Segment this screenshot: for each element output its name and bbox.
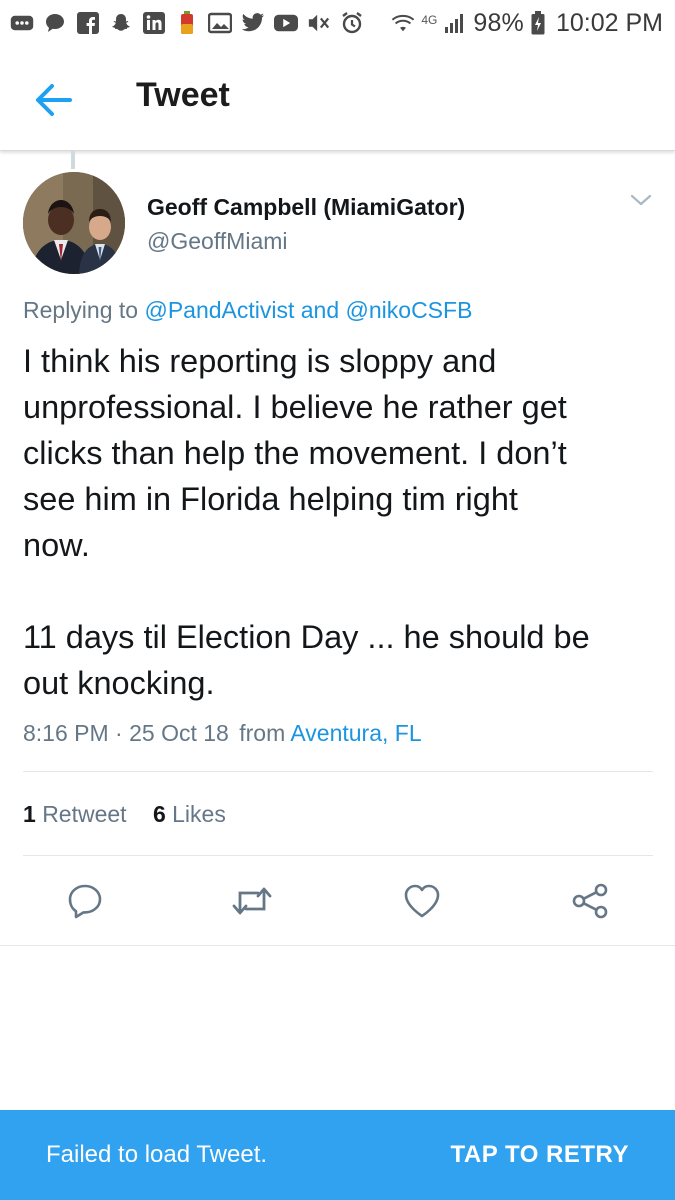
error-snackbar: Failed to load Tweet. TAP TO RETRY	[0, 1110, 675, 1200]
page-title: Tweet	[136, 76, 230, 114]
battery-percent: 98%	[473, 8, 524, 37]
back-button[interactable]	[30, 78, 78, 122]
like-label: Likes	[172, 801, 226, 827]
chevron-down-icon	[630, 194, 652, 206]
snapchat-icon	[109, 11, 133, 35]
reply-button[interactable]	[62, 878, 108, 924]
app-bar: Tweet	[0, 46, 675, 151]
signal-icon	[443, 11, 467, 35]
share-button[interactable]	[567, 878, 613, 924]
divider	[0, 945, 675, 946]
from-label: from	[239, 720, 286, 746]
retweet-count: 1	[23, 801, 36, 827]
more-icon	[10, 11, 34, 35]
linkedin-icon	[142, 11, 166, 35]
retry-button[interactable]: TAP TO RETRY	[451, 1141, 629, 1169]
wifi-icon	[391, 11, 415, 35]
tweet-actions	[0, 878, 675, 924]
mention-link[interactable]: @nikoCSFB	[346, 297, 473, 323]
replying-prefix: Replying to	[23, 297, 145, 323]
thread-connector	[71, 151, 75, 169]
battery-app-icon	[175, 11, 199, 35]
youtube-icon	[274, 11, 298, 35]
tweet-options-button[interactable]	[626, 188, 656, 212]
network-type-label: 4G	[421, 12, 438, 27]
facebook-icon	[76, 11, 100, 35]
twitter-icon	[241, 11, 265, 35]
like-count: 6	[152, 801, 166, 827]
likes-stat[interactable]: 6 Likes	[153, 801, 226, 827]
mute-icon	[307, 11, 331, 35]
tweet-meta: 8:16 PM · 25 Oct 18 from Aventura, FL	[23, 720, 422, 747]
notification-icons	[10, 11, 364, 35]
replying-to: Replying to @PandActivist and @nikoCSFB	[23, 297, 472, 324]
gallery-icon	[208, 11, 232, 35]
battery-icon	[530, 11, 546, 35]
retweet-label: Retweet	[42, 801, 127, 827]
retweet-icon	[232, 887, 272, 915]
tweet-text: I think his reporting is sloppy and unpr…	[23, 343, 590, 701]
divider	[23, 771, 653, 772]
retweets-stat[interactable]: 1 Retweet	[23, 801, 127, 827]
heart-icon	[404, 884, 440, 918]
status-bar: 4G 98% 10:02 PM	[0, 0, 675, 46]
author-handle[interactable]: @GeoffMiami	[147, 228, 288, 255]
mention-link[interactable]: @PandActivist	[144, 297, 294, 323]
tweet-time: 8:16 PM	[23, 720, 109, 746]
share-icon	[572, 883, 608, 919]
meta-separator: ·	[115, 720, 123, 746]
replying-joiner[interactable]: and	[294, 297, 345, 323]
avatar[interactable]	[23, 172, 125, 274]
chat-icon	[43, 11, 67, 35]
system-status: 4G 98% 10:02 PM	[391, 9, 663, 38]
alarm-icon	[340, 11, 364, 35]
author-name[interactable]: Geoff Campbell (MiamiGator)	[147, 194, 465, 221]
clock: 10:02 PM	[555, 8, 663, 37]
tweet-date: 25 Oct 18	[129, 720, 229, 746]
avatar-photo	[23, 172, 125, 274]
reply-icon	[68, 884, 102, 919]
back-arrow-icon	[36, 84, 72, 116]
divider	[23, 855, 653, 856]
snackbar-message: Failed to load Tweet.	[46, 1141, 268, 1168]
engagement-stats: 1 Retweet 6 Likes	[23, 801, 226, 828]
retweet-button[interactable]	[229, 878, 275, 924]
like-button[interactable]	[399, 878, 445, 924]
tweet-location-link[interactable]: Aventura, FL	[290, 720, 421, 746]
